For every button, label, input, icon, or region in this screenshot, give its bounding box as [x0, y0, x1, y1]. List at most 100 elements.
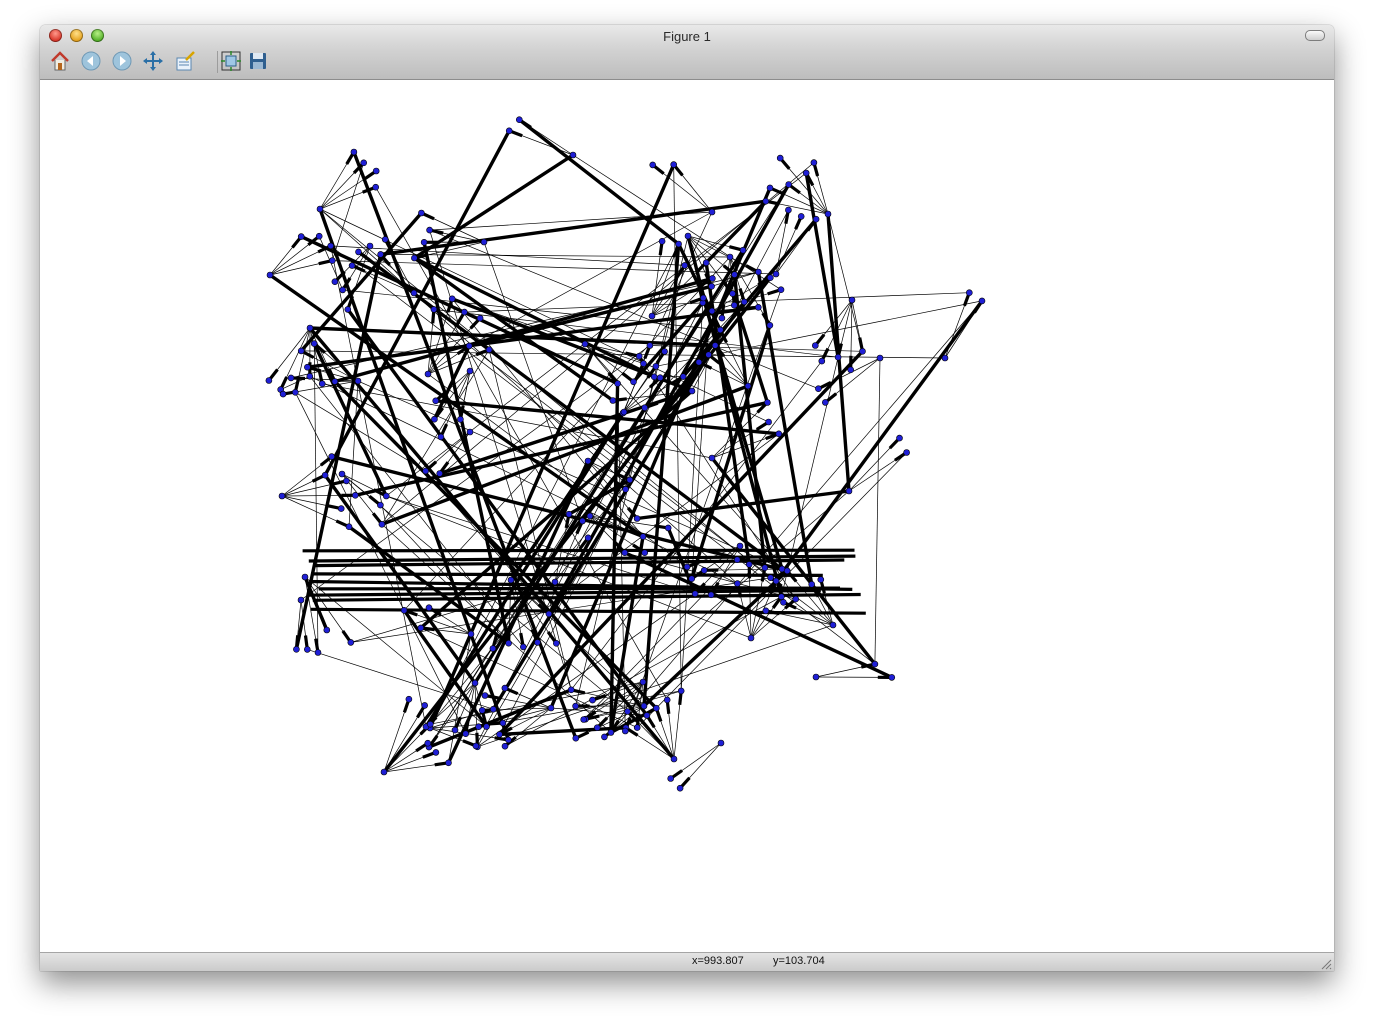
graph-node [328, 453, 336, 460]
graph-node [648, 312, 656, 320]
graph-node [377, 501, 384, 509]
graph-node [310, 340, 318, 347]
graph-node [457, 415, 464, 423]
graph-node [467, 630, 475, 638]
back-button[interactable] [79, 49, 103, 73]
graph-node [783, 567, 791, 575]
graph-node [265, 377, 273, 384]
graph-node [422, 467, 429, 475]
graph-node [821, 399, 829, 406]
graph-node [581, 340, 589, 348]
graph-node [785, 181, 793, 188]
graph-node [472, 742, 480, 750]
graph-node [565, 510, 573, 518]
graph-node [726, 253, 734, 261]
graph-node [480, 238, 488, 246]
graph-node [717, 739, 725, 747]
graph-node [614, 380, 621, 387]
network-graph[interactable] [40, 80, 1334, 953]
graph-node [551, 578, 559, 586]
graph-node [572, 702, 579, 710]
graph-node [818, 357, 826, 365]
graph-node [640, 360, 647, 367]
graph-node [797, 213, 805, 220]
graph-node [762, 197, 770, 205]
graph-node [431, 415, 438, 423]
graph-node [643, 712, 651, 719]
graph-node [609, 397, 617, 404]
move-icon [143, 51, 163, 71]
graph-node [569, 151, 577, 159]
graph-node [675, 240, 682, 248]
graph-node [400, 606, 408, 614]
graph-node [876, 354, 884, 362]
graph-node [348, 262, 356, 269]
graph-node [478, 706, 486, 714]
graph-node [381, 236, 389, 243]
graph-node [432, 749, 440, 756]
home-button[interactable] [48, 49, 72, 73]
graph-node [351, 491, 359, 499]
graph-node [421, 702, 429, 709]
subplots-icon [221, 51, 241, 71]
graph-node [496, 731, 503, 738]
graph-node [811, 342, 819, 349]
forward-button[interactable] [110, 49, 134, 73]
graph-node [501, 684, 509, 692]
graph-edge [774, 299, 984, 583]
graph-node [584, 534, 592, 542]
title-bar[interactable]: Figure 1 [40, 25, 1334, 80]
graph-node [297, 347, 305, 355]
graph-node [767, 574, 774, 582]
graph-node [505, 639, 512, 647]
save-button[interactable] [246, 49, 270, 73]
graph-node [321, 471, 329, 479]
plot-canvas[interactable] [40, 80, 1334, 953]
graph-node [466, 367, 474, 375]
graph-node [734, 580, 741, 587]
graph-node [601, 733, 608, 741]
graph-edge [330, 245, 427, 727]
cursor-x-readout: x=993.807 [692, 955, 744, 967]
graph-node [314, 649, 322, 656]
subplots-button[interactable] [219, 49, 243, 73]
graph-node [766, 274, 774, 281]
graph-node [430, 306, 438, 313]
floppy-disk-icon [250, 53, 266, 69]
graph-node [778, 593, 785, 601]
graph-node [754, 304, 762, 311]
zoom-button[interactable] [173, 49, 197, 73]
graph-node [621, 549, 629, 557]
cursor-y-readout: y=103.704 [773, 955, 825, 967]
graph-node [337, 505, 345, 512]
graph-edge [413, 153, 574, 260]
graph-node [633, 515, 641, 522]
resize-grip-icon[interactable] [1320, 958, 1332, 970]
graph-edge [318, 586, 841, 591]
graph-node [354, 377, 362, 385]
graph-node [709, 275, 716, 282]
toolbar-toggle-button[interactable] [1305, 30, 1325, 41]
graph-node [426, 226, 433, 234]
graph-node [700, 566, 708, 574]
graph-edge [610, 300, 983, 733]
graph-node [372, 183, 380, 191]
graph-node [344, 306, 352, 313]
graph-node [848, 296, 856, 304]
graph-node [772, 270, 780, 278]
graph-node [580, 716, 588, 723]
graph-node [859, 347, 866, 355]
graph-node [339, 286, 347, 294]
graph-node [736, 542, 744, 550]
graph-node [519, 643, 527, 651]
graph-node [688, 387, 696, 395]
graph-node [501, 742, 509, 750]
graph-node [903, 449, 910, 456]
pan-button[interactable] [141, 49, 165, 73]
graph-node [745, 561, 753, 568]
graph-node [639, 533, 647, 540]
graph-node [708, 454, 716, 462]
graph-node [708, 208, 716, 216]
graph-node [420, 239, 428, 246]
graph-node [489, 705, 497, 713]
